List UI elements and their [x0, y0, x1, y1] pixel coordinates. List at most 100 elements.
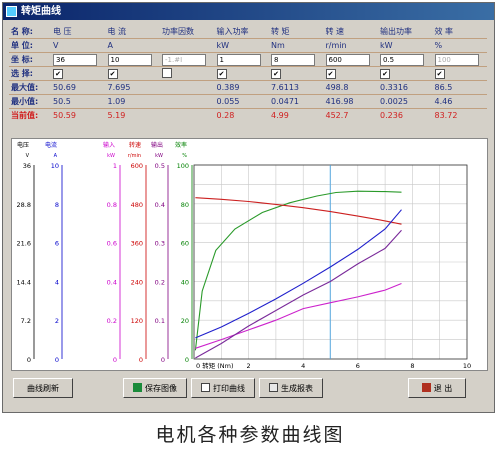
current-tick-label: 2 [55, 317, 59, 325]
input-power-tick-label: 0.6 [107, 240, 117, 248]
unit-cell [160, 38, 215, 53]
speed-checkbox[interactable]: ✔ [325, 68, 336, 79]
voltage-tick-label: 28.8 [17, 201, 31, 209]
efficiency-axis-unit: % [182, 153, 187, 159]
refresh-curves-button[interactable]: 曲线刷新 [13, 378, 73, 398]
voltage-axis-unit: V [26, 153, 30, 159]
input-power-checkbox[interactable]: ✔ [216, 68, 227, 79]
col-header: 输入功率 [214, 25, 269, 39]
voltage-tick-label: 7.2 [21, 317, 31, 325]
unit-cell: V [51, 38, 106, 53]
title-bar: 转矩曲线 [3, 3, 494, 20]
output-power-tick-label: 0.3 [155, 240, 165, 248]
report-icon [269, 383, 278, 392]
efficiency-tick-label: 60 [181, 240, 189, 248]
output-power-tick-label: 0.1 [155, 317, 165, 325]
speed-axis-name: 转速 [129, 141, 141, 149]
motor-curve-window: 转矩曲线 名 称: 电 压 电 流 功率因数 输入功率 转 矩 转 速 输出功率… [2, 2, 495, 413]
current-value: 0.28 [216, 111, 235, 120]
unit-cell: kW [378, 38, 433, 53]
current-value [160, 109, 215, 123]
current-checkbox[interactable]: ✔ [107, 68, 118, 79]
unit-cell: r/min [323, 38, 378, 53]
print-curve-button[interactable]: 打印曲线 [191, 378, 255, 398]
max-value: 498.8 [323, 80, 378, 95]
voltage-scale-input[interactable]: 36 [53, 53, 97, 66]
min-value: 0.0471 [269, 94, 324, 109]
output-power-tick-label: 0.2 [155, 278, 165, 286]
current-series-line [195, 209, 402, 339]
input-power-tick-label: 0 [113, 356, 117, 364]
curve-chart[interactable]: 电压V3628.821.614.47.20电流A1086420输入kW10.80… [12, 139, 487, 370]
min-value: 416.98 [323, 94, 378, 109]
efficiency-tick-label: 20 [181, 317, 189, 325]
efficiency-tick-label: 100 [177, 162, 189, 170]
voltage-tick-label: 14.4 [17, 278, 31, 286]
min-label: 最小值: [9, 94, 51, 109]
current-tick-label: 0 [55, 356, 59, 364]
input-power-axis-name: 输入 [103, 141, 115, 149]
name-label: 名 称: [9, 25, 51, 39]
efficiency-axis-name: 效率 [175, 141, 187, 149]
x-tick-label: 8 [410, 362, 414, 370]
col-header: 电 压 [51, 25, 106, 39]
speed-scale-input[interactable]: 600 [325, 53, 370, 66]
min-value [160, 94, 215, 109]
x-tick-label: 10 [463, 362, 471, 370]
unit-label: 单 位: [9, 38, 51, 53]
x-tick-label: 0 转矩 (Nm) [196, 361, 234, 370]
unit-cell: kW [214, 38, 269, 53]
speed-tick-label: 600 [131, 162, 143, 170]
current-value: 452.7 [325, 111, 349, 120]
max-value: 7.695 [105, 80, 160, 95]
generate-report-label: 生成报表 [281, 384, 313, 393]
output-power-tick-label: 0.5 [155, 162, 165, 170]
x-tick-label: 6 [356, 362, 360, 370]
voltage-axis-name: 电压 [17, 141, 29, 149]
speed-tick-label: 360 [131, 240, 143, 248]
torque-scale-input[interactable]: 8 [271, 53, 315, 66]
exit-door-icon [421, 383, 431, 392]
current-value: 5.19 [107, 111, 126, 120]
output-power-checkbox[interactable]: ✔ [380, 68, 390, 79]
pf-scale-input: -1.#I [162, 53, 206, 66]
unit-cell: Nm [269, 38, 324, 53]
min-value: 4.46 [432, 94, 487, 109]
torque-checkbox[interactable]: ✔ [271, 68, 281, 79]
efficiency-checkbox[interactable]: ✔ [434, 68, 445, 79]
current-label: 当前值: [11, 111, 39, 120]
current-axis-name: 电流 [45, 141, 57, 149]
input-power-tick-label: 0.2 [107, 317, 117, 325]
max-value: 50.69 [51, 80, 106, 95]
col-header: 效 率 [432, 25, 487, 39]
input-power-scale-input[interactable]: 1 [216, 53, 261, 66]
unit-cell: A [105, 38, 160, 53]
pf-checkbox[interactable] [162, 67, 172, 78]
speed-tick-label: 480 [131, 201, 143, 209]
output-power-tick-label: 0 [161, 356, 165, 364]
voltage-checkbox[interactable]: ✔ [53, 68, 63, 79]
save-image-icon [133, 383, 142, 392]
voltage-tick-label: 0 [27, 356, 31, 364]
speed-tick-label: 240 [131, 278, 143, 286]
output-power-scale-input[interactable]: 0.5 [380, 53, 424, 66]
generate-report-button[interactable]: 生成报表 [259, 378, 323, 398]
input-power-axis-unit: kW [107, 153, 115, 159]
max-value: 0.3316 [378, 80, 433, 95]
input-power-series-line [195, 282, 402, 349]
window-title: 转矩曲线 [21, 6, 61, 17]
select-row: 选 择: ✔ ✔ ✔ ✔ ✔ ✔ ✔ [9, 66, 487, 81]
efficiency-scale-input[interactable]: 100 [434, 53, 479, 66]
exit-button[interactable]: 退 出 [408, 378, 466, 398]
voltage-tick-label: 21.6 [17, 240, 31, 248]
x-tick-label: 4 [301, 362, 305, 370]
refresh-curves-label: 曲线刷新 [27, 384, 59, 393]
min-value: 50.5 [51, 94, 106, 109]
current-scale-input[interactable]: 10 [107, 53, 152, 66]
efficiency-series-line [194, 190, 402, 351]
save-image-label: 保存图像 [145, 384, 177, 393]
min-value: 1.09 [105, 94, 160, 109]
save-image-button[interactable]: 保存图像 [123, 378, 187, 398]
current-tick-label: 6 [55, 240, 59, 248]
current-tick-label: 4 [55, 278, 59, 286]
